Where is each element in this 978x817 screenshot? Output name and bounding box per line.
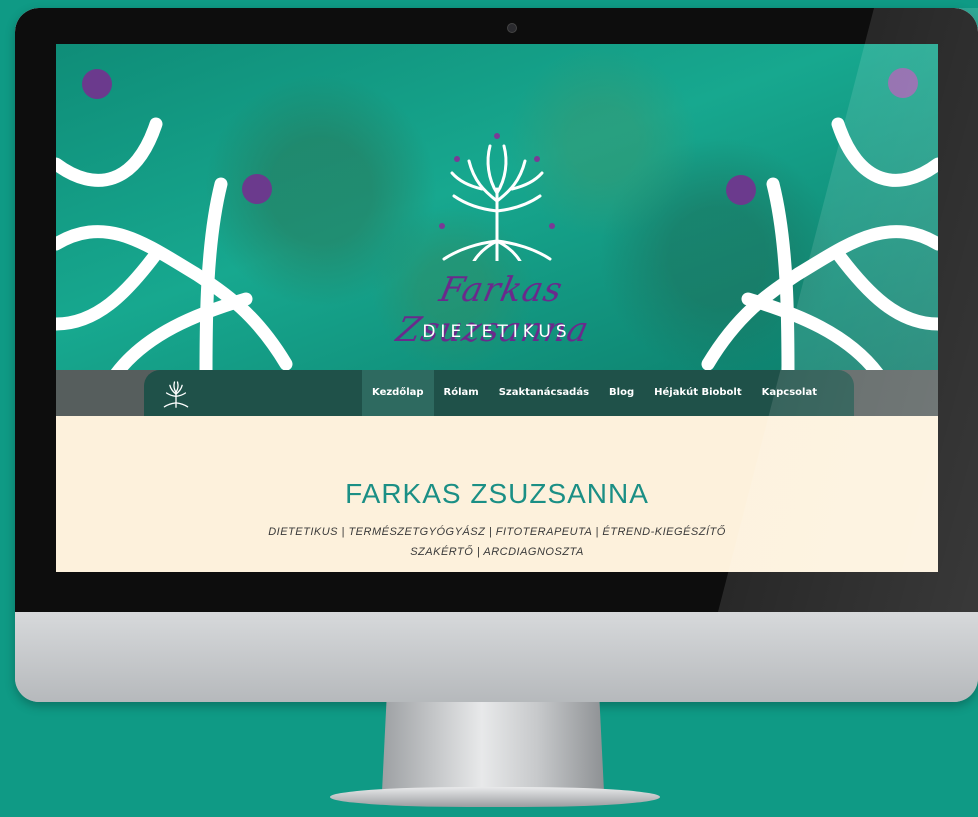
monitor-chin [15,612,978,702]
nav-item-blog[interactable]: Blog [599,370,644,416]
purple-dot [82,69,112,99]
nav-item-szaktanacsadas[interactable]: Szaktanácsadás [489,370,599,416]
purple-dot [888,68,918,98]
website-screen: Farkas Zsuzsanna DIETETIKUS Kezdőlap Ról… [56,44,938,572]
nav-menu: Kezdőlap Rólam Szaktanácsadás Blog Héjak… [362,370,827,416]
monitor-stand [382,702,604,792]
monitor-base [330,787,660,807]
nav-item-kezdolap[interactable]: Kezdőlap [362,370,434,416]
hero-subtitle: DIETETIKUS [422,322,572,342]
nav-item-kapcsolat[interactable]: Kapcsolat [752,370,827,416]
page-title: FARKAS ZSUZSANNA [345,478,649,509]
purple-dot [242,174,272,204]
main-navigation: Kezdőlap Rólam Szaktanácsadás Blog Héjak… [144,370,854,416]
tree-of-life-icon[interactable] [160,376,192,410]
nav-item-biobolt[interactable]: Héjakút Biobolt [644,370,752,416]
camera-icon [507,23,517,33]
purple-dot [726,175,756,205]
hero-banner: Farkas Zsuzsanna DIETETIKUS [56,44,938,370]
nav-item-rolam[interactable]: Rólam [434,370,489,416]
page-subtitle: DIETETIKUS | TERMÉSZETGYÓGYÁSZ | FITOTER… [268,526,726,558]
tree-of-life-icon [439,133,555,261]
